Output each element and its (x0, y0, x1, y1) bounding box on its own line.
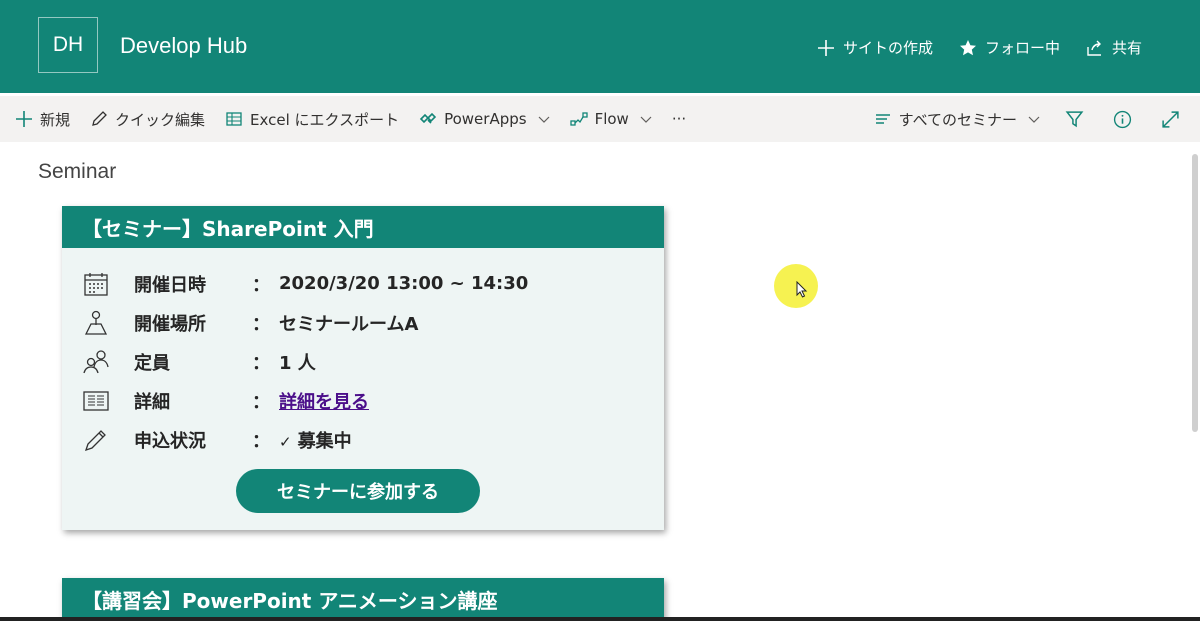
details-label: 詳細 (134, 391, 170, 413)
powerapps-menu[interactable]: PowerApps (409, 96, 559, 142)
plus-icon (16, 111, 32, 127)
quick-edit-label: クイック編集 (115, 110, 206, 129)
star-icon (959, 39, 976, 55)
site-logo[interactable]: DH (38, 17, 98, 73)
excel-icon (226, 112, 242, 126)
expand-button[interactable] (1146, 96, 1194, 142)
follow-label: フォロー中 (984, 39, 1060, 57)
status-text: 募集中 (297, 430, 352, 452)
more-button[interactable]: ··· (662, 96, 696, 142)
share-label: 共有 (1111, 39, 1142, 57)
powerapps-label: PowerApps (444, 110, 527, 128)
pencil-icon (82, 426, 114, 454)
powerapps-icon (419, 112, 437, 124)
filter-icon (1065, 110, 1083, 127)
mouse-pointer-icon (796, 281, 808, 298)
people-icon (82, 348, 114, 376)
location-colon: ： (252, 313, 270, 335)
export-excel-label: Excel にエクスポート (250, 110, 400, 129)
flow-icon (569, 112, 588, 126)
status-colon: ： (252, 430, 270, 452)
plus-icon (817, 39, 834, 56)
new-button[interactable]: 新規 (5, 96, 80, 142)
share-icon (1087, 40, 1101, 56)
site-title[interactable]: Develop Hub (120, 33, 247, 59)
status-value: ✓ 募集中 (279, 427, 352, 453)
flow-label: Flow (594, 110, 629, 128)
more-label: ··· (671, 110, 687, 128)
info-button[interactable] (1098, 96, 1146, 142)
chevron-down-icon (640, 116, 652, 123)
details-value: 詳細を見る (279, 388, 369, 414)
command-bar: 新規 クイック編集 Excel にエクスポート PowerApps Flow ·… (0, 96, 1200, 142)
seminar-card: 【セミナー】SharePoint 入門 開催日時 ： 2020/3/20 13:… (62, 206, 664, 530)
checkmark-icon: ✓ (279, 432, 292, 451)
location-value: セミナールームA (279, 313, 419, 335)
details-colon: ： (252, 391, 270, 413)
view-list-icon (875, 114, 890, 124)
datetime-colon: ： (252, 274, 270, 296)
bottom-border (0, 617, 1200, 621)
pencil-icon (92, 111, 107, 126)
command-bar-left: 新規 クイック編集 Excel にエクスポート PowerApps Flow ·… (5, 96, 696, 142)
calendar-icon (82, 270, 114, 298)
location-label: 開催場所 (134, 313, 206, 335)
capacity-colon: ： (252, 352, 270, 374)
status-label: 申込状況 (134, 430, 206, 452)
info-icon (1113, 110, 1131, 128)
detail-row-status: 申込状況 ： ✓ 募集中 (82, 420, 528, 459)
site-header: DH Develop Hub サイトの作成 フォロー中 共有 (0, 0, 1200, 93)
detail-row-datetime: 開催日時 ： 2020/3/20 13:00 ~ 14:30 (82, 264, 528, 303)
card-title: 【セミナー】SharePoint 入門 (62, 206, 664, 248)
detail-row-location: 開催場所 ： セミナールームA (82, 303, 528, 342)
detail-row-capacity: 定員 ： 1 人 (82, 342, 528, 381)
export-excel-button[interactable]: Excel にエクスポート (215, 96, 409, 142)
header-actions: サイトの作成 フォロー中 共有 (817, 37, 1142, 58)
location-icon (82, 309, 114, 337)
command-bar-right: すべてのセミナー (864, 96, 1194, 142)
scrollbar-thumb[interactable] (1192, 154, 1198, 432)
create-site-button[interactable]: サイトの作成 (817, 37, 933, 58)
capacity-value: 1 人 (279, 352, 316, 374)
join-seminar-button[interactable]: セミナーに参加する (236, 469, 480, 513)
new-label: 新規 (40, 110, 71, 129)
datetime-value: 2020/3/20 13:00 ~ 14:30 (279, 273, 529, 294)
page-title: Seminar (38, 160, 117, 183)
chevron-down-icon (1028, 116, 1040, 123)
flow-menu[interactable]: Flow (560, 96, 662, 142)
filter-button[interactable] (1050, 96, 1098, 142)
details-link[interactable]: 詳細を見る (279, 392, 369, 413)
share-button[interactable]: 共有 (1086, 37, 1142, 58)
chevron-down-icon (538, 116, 550, 123)
create-site-label: サイトの作成 (842, 39, 933, 57)
follow-button[interactable]: フォロー中 (959, 37, 1060, 58)
view-selector[interactable]: すべてのセミナー (864, 96, 1050, 142)
datetime-label: 開催日時 (134, 274, 206, 296)
card-title: 【講習会】PowerPoint アニメーション講座 (62, 578, 664, 620)
expand-icon (1161, 110, 1179, 128)
detail-row-details: 詳細 ： 詳細を見る (82, 381, 528, 420)
seminar-card: 【講習会】PowerPoint アニメーション講座 (62, 578, 664, 621)
document-icon (82, 387, 114, 415)
capacity-label: 定員 (134, 352, 170, 374)
view-label: すべてのセミナー (898, 110, 1017, 129)
quick-edit-button[interactable]: クイック編集 (80, 96, 215, 142)
card-details: 開催日時 ： 2020/3/20 13:00 ~ 14:30 開催場所 ： セミ… (82, 264, 528, 459)
